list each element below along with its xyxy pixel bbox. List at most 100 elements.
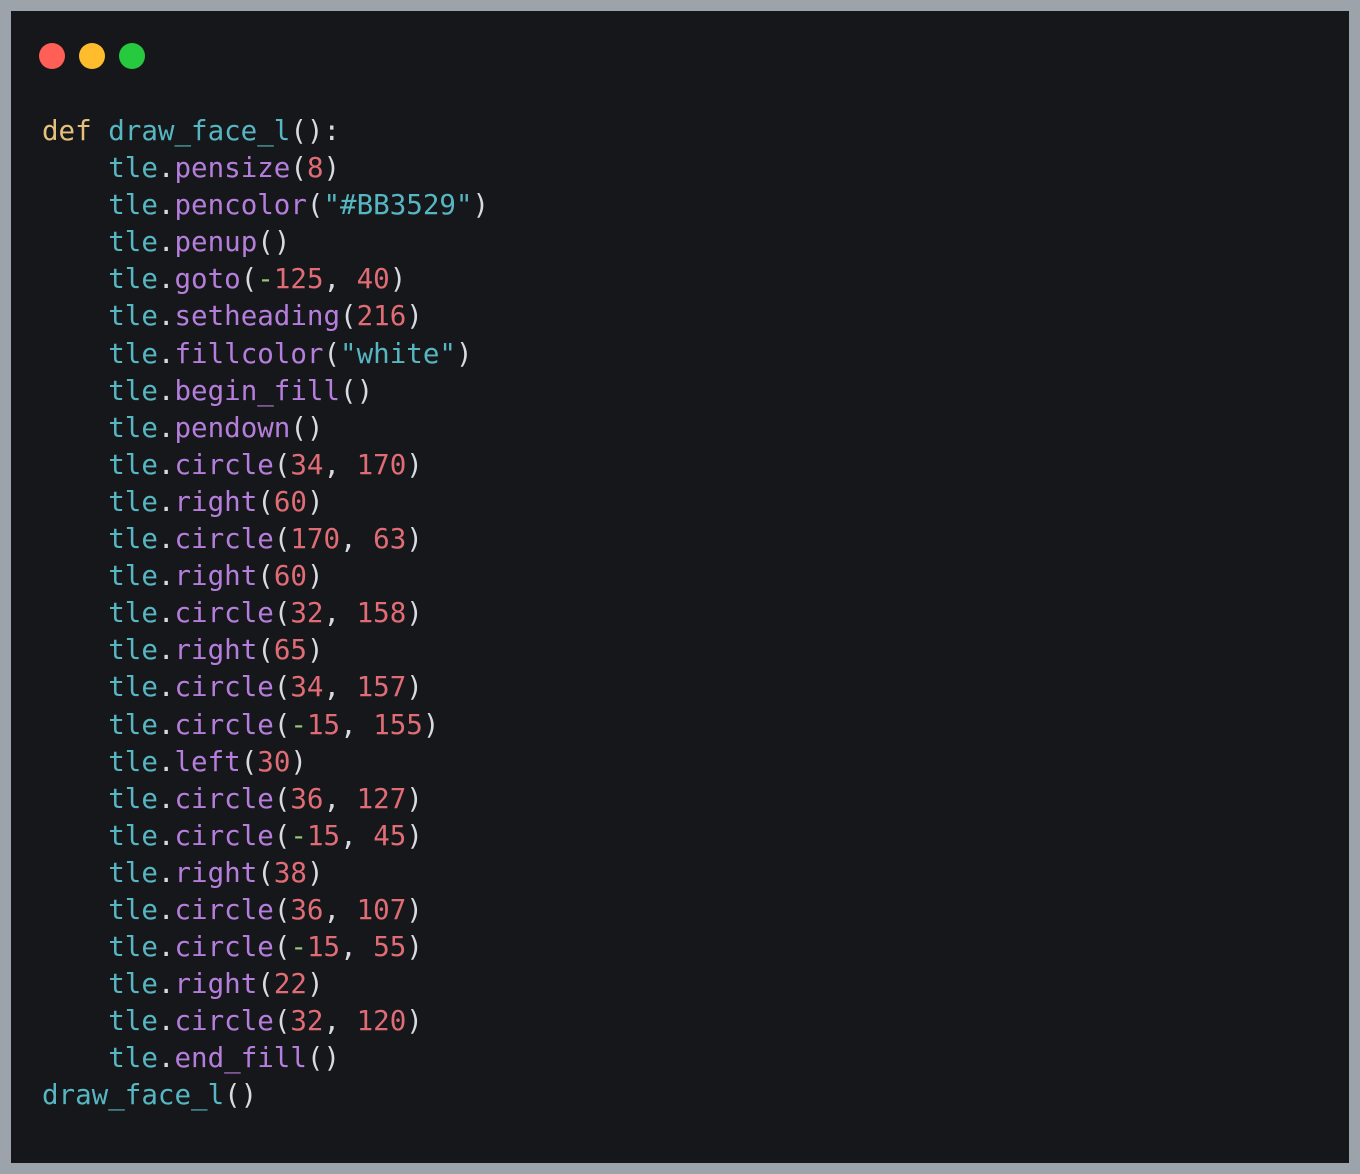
code-token-punct: . [157,745,175,778]
code-token-punct: ) [290,745,307,778]
code-window: def draw_face_l(): tle.pensize(8) tle.pe… [11,11,1349,1163]
code-token-punct: ( [257,634,274,667]
code-token-punct: . [157,634,175,667]
minimize-button[interactable] [79,43,105,69]
code-token-num: 127 [356,782,407,815]
code-token-op: - [290,931,307,964]
code-line: tle.right(38) [42,855,489,892]
code-token-punct: ( [340,300,357,333]
code-token-method: left [174,745,241,778]
code-token-num: 15 [306,931,341,964]
code-token-method: begin_fill [174,374,341,407]
maximize-button[interactable] [119,43,145,69]
code-token-num: 125 [273,263,324,296]
code-token-punct: . [157,597,175,630]
code-token-punct: . [157,968,175,1001]
code-token-punct: ) [406,782,423,815]
code-token-obj: tle [108,856,158,889]
code-token-punct: () [224,1079,258,1112]
code-token-obj: tle [108,152,158,185]
code-token-punct: ) [306,485,324,518]
code-token-obj: tle [108,1005,158,1038]
code-token-num: 32 [290,1005,324,1038]
code-token-ws [42,857,108,889]
code-token-obj: tle [108,745,158,778]
code-token-num: 65 [273,634,307,667]
code-token-ws [42,338,108,370]
code-token-punct: , [323,263,357,296]
code-token-obj: tle [108,819,158,852]
code-token-punct: ) [306,634,324,667]
code-token-ws [42,189,108,221]
code-token-punct: . [157,893,175,926]
code-token-num: 32 [290,597,324,630]
code-token-obj: tle [108,523,158,556]
code-token-ws [42,597,108,629]
code-token-punct: . [157,448,175,481]
code-token-ws [42,634,108,666]
code-token-ws [42,412,108,444]
code-token-punct: . [157,374,175,407]
code-token-punct: . [157,560,175,593]
code-token-punct: . [157,671,175,704]
code-token-num: 60 [273,485,307,518]
code-token-obj: tle [108,634,158,667]
code-token-ws [42,931,108,963]
code-token-num: 36 [290,782,324,815]
code-line: tle.circle(-15, 55) [42,929,489,966]
code-token-punct: ) [306,560,324,593]
code-token-ws [42,560,108,592]
code-token-num: 45 [373,819,407,852]
code-token-punct: . [157,189,175,222]
code-token-punct: . [157,263,175,296]
code-line: tle.circle(170, 63) [42,521,489,558]
code-line: tle.right(60) [42,484,489,521]
code-line: tle.pendown() [42,410,489,447]
code-token-obj: tle [108,485,158,518]
code-token-punct: , [323,782,357,815]
code-line: tle.circle(34, 170) [42,447,489,484]
code-token-punct: . [157,1005,175,1038]
code-token-punct: ) [422,708,440,741]
code-token-punct: () [290,411,324,444]
code-line: def draw_face_l(): [42,113,489,150]
code-token-punct: ( [273,782,291,815]
code-token-method: right [174,634,258,667]
code-token-method: goto [174,263,241,296]
code-token-punct: ) [406,300,423,333]
code-token-punct: ) [406,671,423,704]
code-token-obj: tle [108,448,158,481]
code-token-ws [42,449,108,481]
code-token-num: 170 [290,523,341,556]
code-token-ws [42,820,108,852]
code-token-num: 120 [356,1005,407,1038]
code-token-obj: tle [108,893,158,926]
code-token-fn: draw_face_l [108,115,291,147]
code-token-punct: . [157,411,175,444]
code-token-punct: . [157,300,175,333]
code-token-obj: tle [108,597,158,630]
code-token-punct: ( [323,337,341,370]
code-token-num: 158 [356,597,407,630]
close-button[interactable] [39,43,65,69]
code-token-method: penup [174,226,258,259]
code-token-punct: . [157,708,175,741]
code-block[interactable]: def draw_face_l(): tle.pensize(8) tle.pe… [42,113,489,1115]
code-token-method: pendown [174,411,291,444]
code-token-punct: ) [406,597,423,630]
code-token-num: 155 [373,708,423,741]
code-token-num: 15 [306,819,341,852]
code-line: tle.left(30) [42,744,489,781]
code-token-punct: , [323,1005,357,1038]
code-token-obj: tle [108,263,158,296]
code-token-ws [42,263,108,295]
code-token-ws [42,486,108,518]
code-token-method: circle [174,819,274,852]
code-token-op: - [290,708,307,741]
code-token-method: circle [174,523,274,556]
code-token-num: 216 [356,300,407,333]
code-line: tle.circle(34, 157) [42,669,489,706]
code-token-num: 40 [356,263,390,296]
code-line: draw_face_l() [42,1077,489,1114]
code-token-punct: , [340,708,374,741]
